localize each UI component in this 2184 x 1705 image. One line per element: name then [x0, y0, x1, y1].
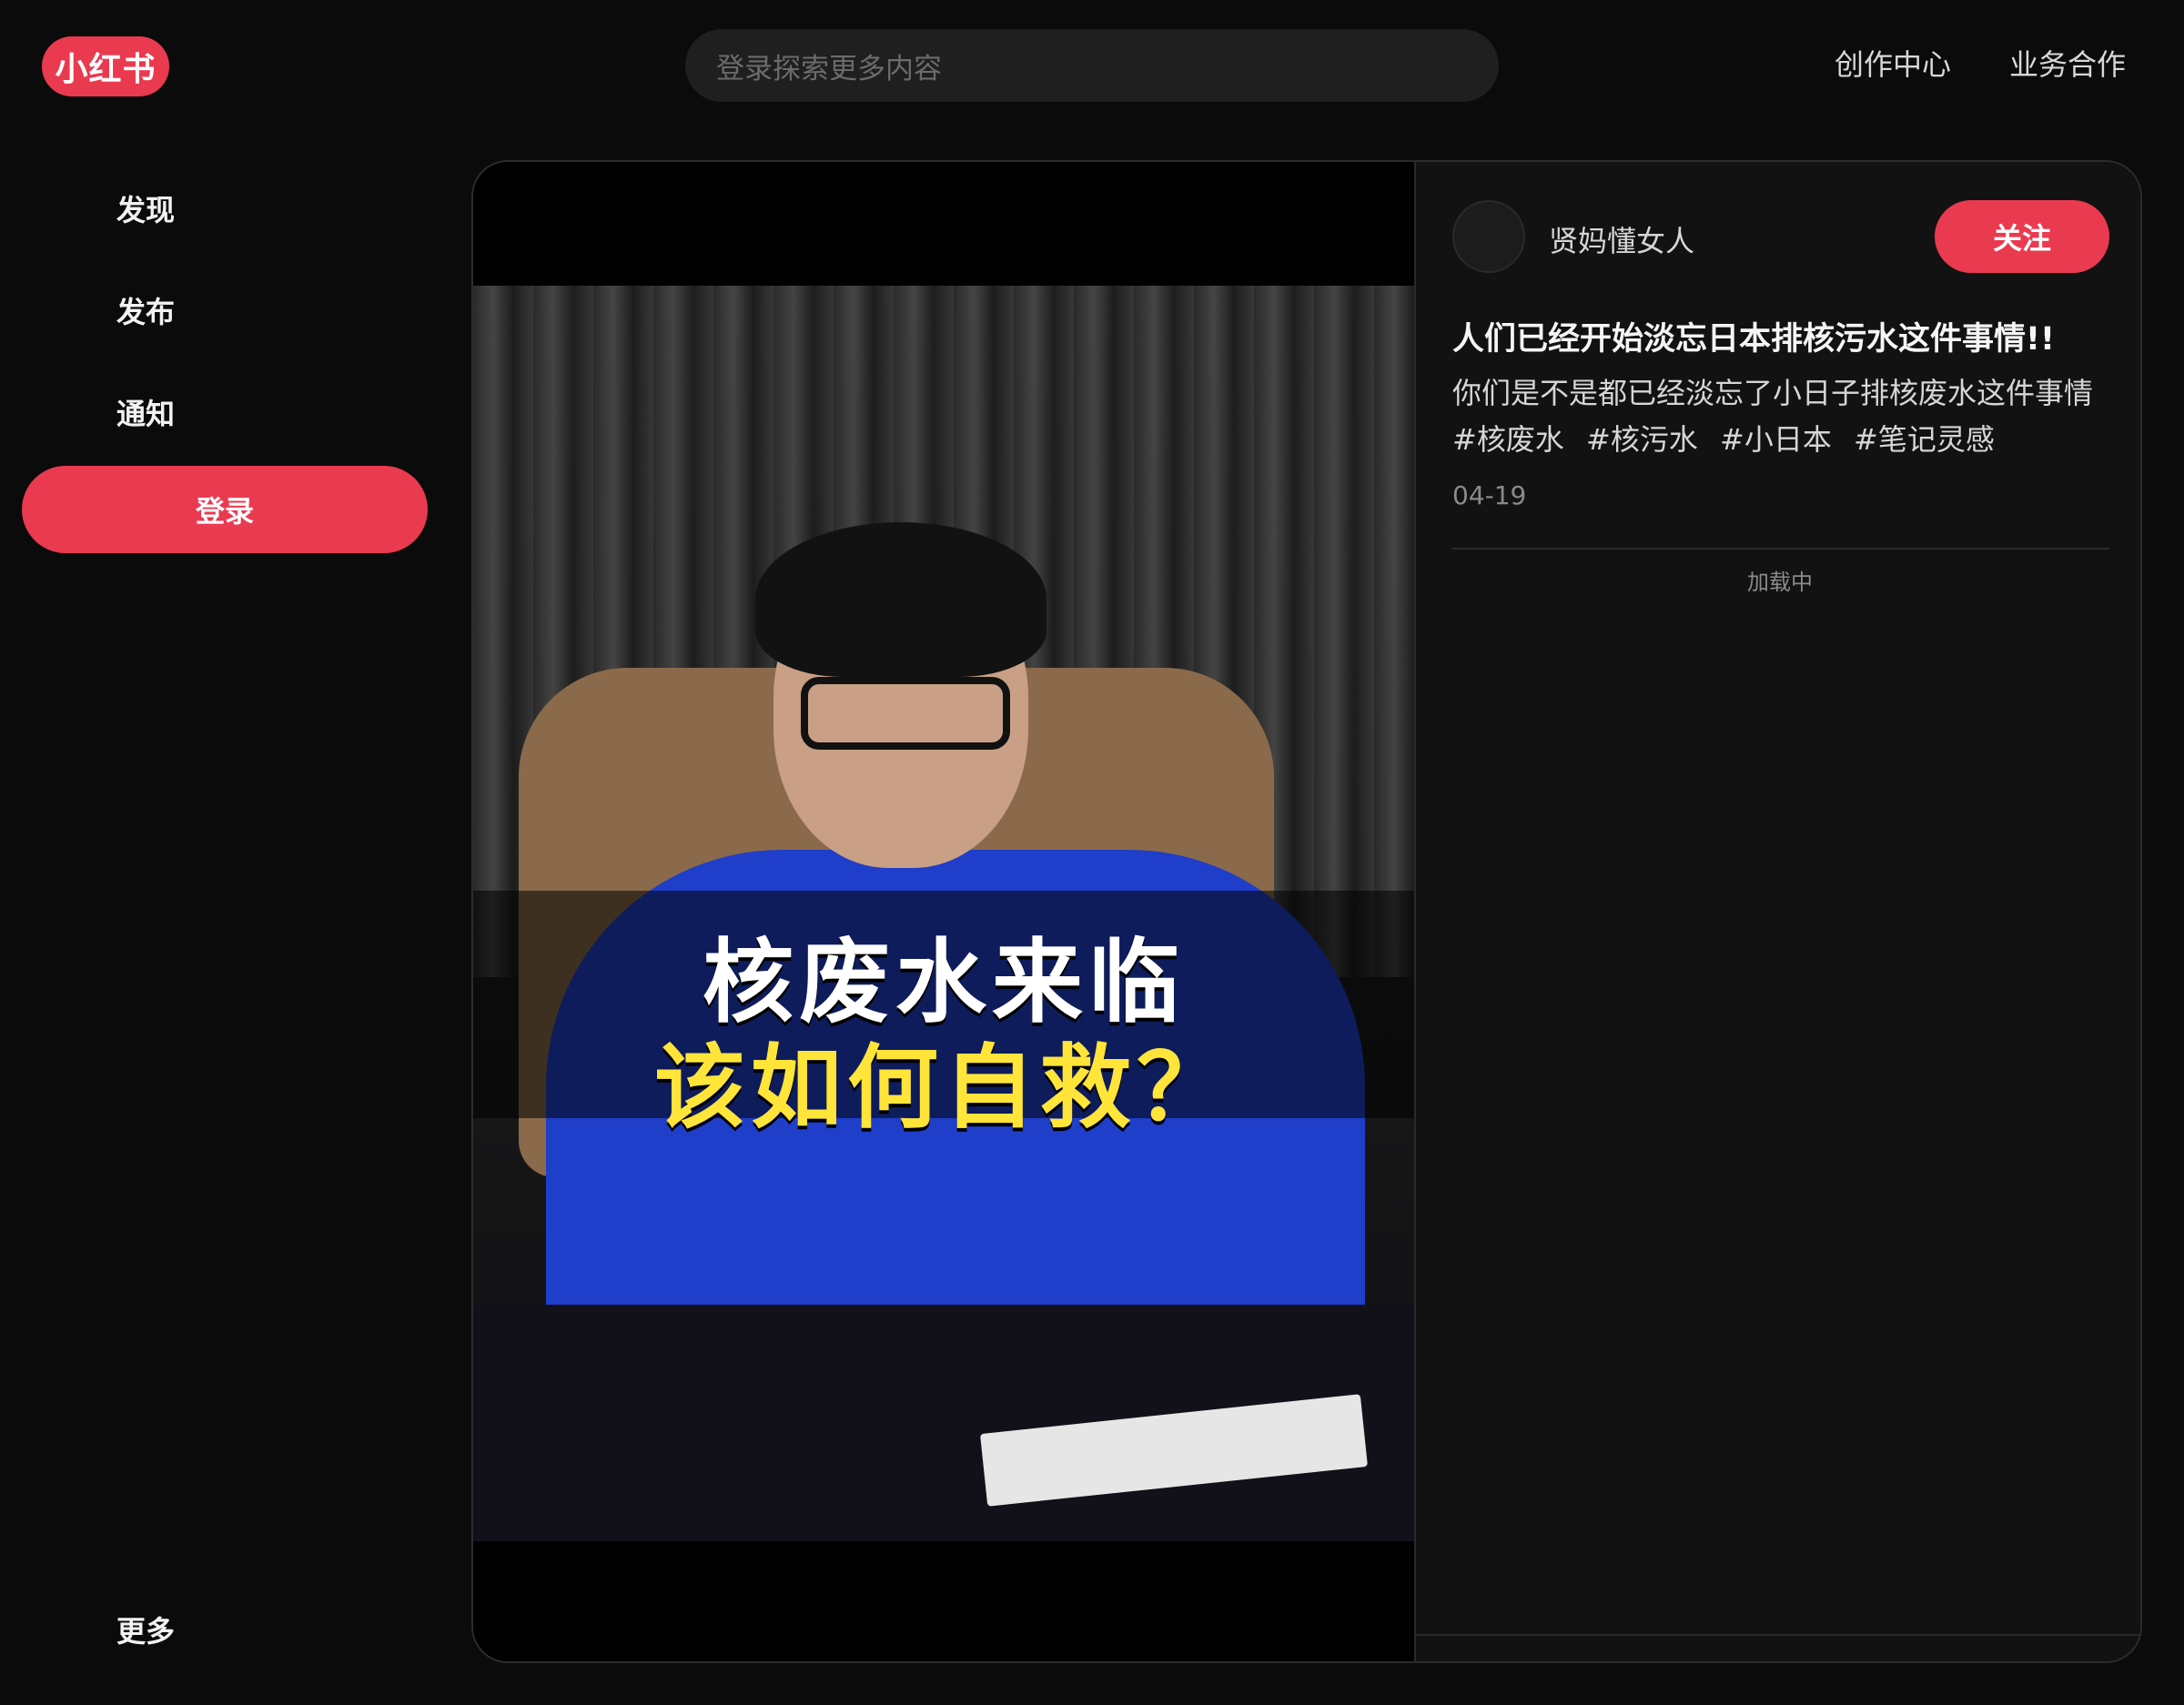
divider — [1452, 548, 2109, 550]
video-player[interactable]: 核废水来临 该如何自救？ — [473, 162, 1414, 1661]
tag-link[interactable]: #笔记灵感 — [1854, 422, 1995, 457]
tag-link[interactable]: #核废水 — [1452, 422, 1564, 457]
tag-link[interactable]: #小日本 — [1720, 422, 1832, 457]
login-button[interactable]: 登录 — [22, 466, 428, 553]
topnav-business[interactable]: 业务合作 — [2009, 42, 2126, 84]
note-description: 你们是不是都已经淡忘了小日子排核废水这件事情 — [1452, 376, 2094, 410]
sidebar-item-notifications[interactable]: 通知 — [116, 391, 175, 433]
video-frame: 核废水来临 该如何自救？ — [473, 286, 1414, 1541]
author-name[interactable]: 贤妈懂女人 — [1549, 218, 1694, 260]
logo[interactable]: 小红书 — [42, 36, 169, 96]
sidebar-item-publish[interactable]: 发布 — [116, 289, 175, 331]
glasses — [801, 677, 1010, 750]
note-title: 人们已经开始淡忘日本排核污水这件事情!! — [1452, 321, 2055, 358]
comment-bar — [1416, 1634, 2140, 1661]
loading-text: 加载中 — [1747, 570, 1813, 595]
note-date: 04-19 — [1452, 480, 1527, 510]
avatar[interactable] — [1452, 200, 1525, 273]
follow-button[interactable]: 关注 — [1935, 200, 2109, 273]
note-detail-panel: 贤妈懂女人 关注 人们已经开始淡忘日本排核污水这件事情!! 你们是不是都已经淡忘… — [1414, 162, 2140, 1661]
sidebar-item-discover[interactable]: 发现 — [116, 187, 175, 229]
person-hair — [755, 522, 1046, 677]
tag-link[interactable]: #核污水 — [1586, 422, 1698, 457]
sidebar-item-more[interactable]: 更多 — [116, 1609, 175, 1650]
note-tags: #核废水 #核污水 #小日本 #笔记灵感 — [1452, 417, 2007, 459]
note-card: 核废水来临 该如何自救？ 贤妈懂女人 关注 人们已经开始淡忘日本排核污水这件事情… — [471, 160, 2142, 1663]
search-input[interactable]: 登录探索更多内容 — [685, 29, 1499, 102]
video-caption-line2: 该如何自救？ — [654, 1034, 1233, 1141]
topnav-creator-center[interactable]: 创作中心 — [1835, 42, 1951, 84]
